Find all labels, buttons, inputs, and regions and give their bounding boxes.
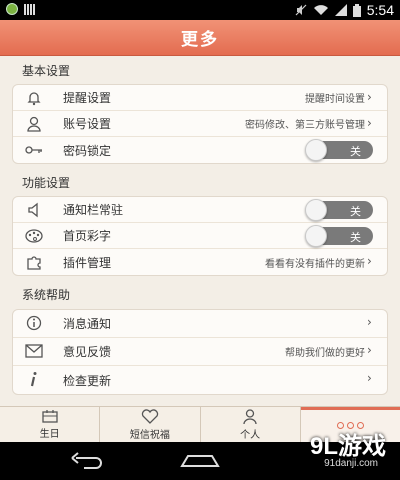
row-desc: 提醒时间设置 (305, 94, 365, 105)
settings-card-function: 通知栏常驻 关 首页彩字 关 插件管理 看看有没有插件的更新 › (12, 196, 388, 276)
watermark-url: 91danji.com (324, 458, 378, 469)
row-label: 账号设置 (63, 117, 112, 131)
watermark-logo: 9L游戏 (309, 433, 386, 460)
palette-icon (25, 228, 43, 244)
row-home-color-text: 首页彩字 关 (13, 223, 387, 249)
chevron-right-icon: › (367, 90, 372, 104)
signal-bars-icon (24, 3, 35, 15)
cell-signal-icon (334, 4, 347, 16)
row-desc: 帮助我们做的更好 (285, 348, 365, 359)
row-label: 通知栏常驻 (63, 203, 124, 217)
row-label: 意见反馈 (63, 345, 112, 359)
row-notification-resident: 通知栏常驻 关 (13, 197, 387, 223)
row-desc: 看看有没有插件的更新 (265, 258, 365, 270)
toggle-label: 关 (350, 145, 361, 158)
toggle-label: 关 (350, 231, 361, 244)
row-label: 密码锁定 (63, 143, 112, 158)
password-lock-toggle[interactable]: 关 (305, 139, 373, 161)
mute-icon (295, 4, 307, 16)
chevron-right-icon: › (367, 315, 372, 329)
row-plugin-management[interactable]: 插件管理 看看有没有插件的更新 › (13, 249, 387, 275)
tab-label: 短信祝福 (129, 429, 170, 441)
toggle-knob (305, 225, 327, 247)
info-icon (25, 315, 43, 331)
row-label: 消息通知 (63, 317, 112, 331)
battery-icon (352, 3, 361, 17)
envelope-icon (25, 343, 43, 359)
row-feedback[interactable]: 意见反馈 帮助我们做的更好 › (13, 338, 387, 366)
row-label: 检查更新 (63, 373, 112, 388)
section-title-function: 功能设置 (22, 176, 71, 190)
status-time: 5:54 (366, 2, 394, 18)
row-label: 提醒设置 (63, 91, 112, 105)
row-reminder-settings[interactable]: 提醒设置 提醒时间设置 › (13, 85, 387, 111)
section-title-help: 系统帮助 (22, 288, 71, 302)
wifi-icon (313, 5, 328, 15)
toggle-label: 关 (350, 205, 361, 218)
section-title-basic: 基本设置 (22, 64, 71, 78)
calendar-icon (41, 410, 58, 423)
bell-icon (25, 90, 43, 106)
app-notification-icon (6, 3, 18, 15)
row-label: 插件管理 (63, 255, 112, 270)
key-icon (25, 142, 43, 158)
chevron-right-icon: › (367, 371, 372, 385)
tab-label: 个人 (240, 429, 261, 441)
tab-sms-wishes[interactable]: 短信祝福 (100, 407, 201, 442)
heart-icon (141, 408, 159, 424)
tab-personal[interactable]: 个人 (201, 407, 301, 442)
tab-label: 生日 (39, 429, 60, 440)
home-icon[interactable] (180, 454, 220, 468)
puzzle-icon (25, 254, 43, 270)
page-title: 更多 (181, 30, 219, 50)
row-label: 首页彩字 (63, 229, 112, 243)
tab-birthday[interactable]: 生日 (0, 407, 101, 442)
row-password-lock: 密码锁定 关 (13, 137, 387, 163)
title-bar: 更多 (0, 20, 400, 56)
row-check-update[interactable]: 检查更新 › (13, 366, 387, 394)
row-message-notice[interactable]: 消息通知 › (13, 310, 387, 338)
home-color-text-toggle[interactable]: 关 (305, 225, 373, 247)
settings-card-basic: 提醒设置 提醒时间设置 › 账号设置 密码修改、第三方账号管理 › 密码锁定 关 (12, 84, 388, 164)
settings-card-help: 消息通知 › 意见反馈 帮助我们做的更好 › 检查更新 › (12, 309, 388, 395)
chevron-right-icon: › (367, 343, 372, 357)
status-bar: 5:54 (0, 0, 400, 20)
person-icon (243, 408, 257, 424)
row-account-settings[interactable]: 账号设置 密码修改、第三方账号管理 › (13, 111, 387, 137)
italic-i-icon (25, 371, 43, 387)
speaker-icon (25, 202, 43, 218)
notification-resident-toggle[interactable]: 关 (305, 199, 373, 221)
toggle-knob (305, 199, 327, 221)
user-icon (25, 116, 43, 132)
toggle-knob (305, 139, 327, 161)
back-arrow-icon[interactable] (70, 452, 106, 470)
chevron-right-icon: › (367, 254, 372, 268)
chevron-right-icon: › (367, 116, 372, 130)
row-desc: 密码修改、第三方账号管理 (245, 120, 365, 131)
